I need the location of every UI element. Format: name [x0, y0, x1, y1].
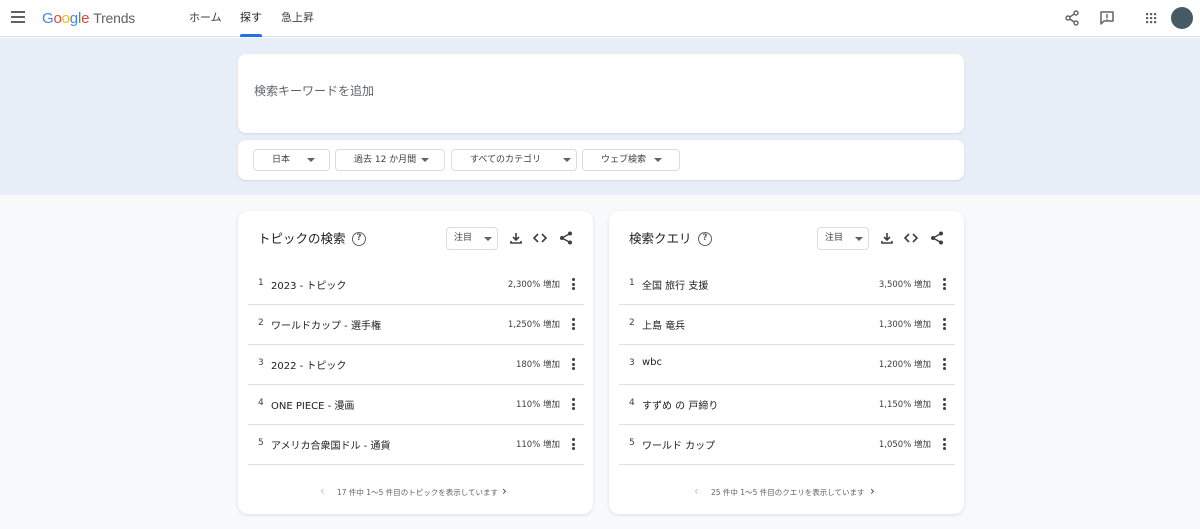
more-vert-icon[interactable] [568, 358, 578, 372]
search-input[interactable] [254, 84, 854, 98]
rise-value: 110% 増加 [515, 400, 560, 410]
embed-icon[interactable] [532, 230, 548, 246]
download-icon[interactable] [508, 230, 524, 246]
next-page-icon[interactable]: › [502, 485, 507, 497]
dropdown-caret-icon [421, 158, 429, 162]
share-icon[interactable] [929, 230, 945, 246]
more-vert-icon[interactable] [939, 438, 949, 452]
top-app-bar: Google Trends ホーム 探す 急上昇 [0, 0, 1200, 37]
share-icon[interactable] [1063, 9, 1081, 27]
share-icon[interactable] [558, 230, 574, 246]
tab-home[interactable]: ホーム [189, 11, 222, 25]
rise-value: 110% 増加 [515, 440, 560, 450]
card-title: 検索クエリ [629, 231, 692, 246]
google-trends-logo[interactable]: Google Trends [42, 9, 135, 27]
topic-name: ワールドカップ - 選手権 [271, 321, 381, 332]
download-icon[interactable] [879, 230, 895, 246]
topic-name: アメリカ合衆国ドル - 通貨 [271, 441, 391, 452]
feedback-icon[interactable] [1098, 9, 1116, 27]
more-vert-icon[interactable] [939, 318, 949, 332]
sort-dropdown[interactable]: 注目 [446, 227, 498, 250]
list-item[interactable]: 4 すずめ の 戸締り 1,150% 増加 [619, 385, 955, 425]
query-name: 全国 旅行 支援 [642, 281, 709, 292]
more-vert-icon[interactable] [568, 438, 578, 452]
category-filter[interactable]: すべてのカテゴリ [451, 149, 577, 171]
query-name: ワールド カップ [642, 441, 716, 452]
query-name: すずめ の 戸締り [642, 401, 719, 412]
dropdown-caret-icon [563, 158, 571, 162]
more-vert-icon[interactable] [939, 278, 949, 292]
more-vert-icon[interactable] [939, 398, 949, 412]
list-item[interactable]: 3 2022 - トピック 180% 増加 [248, 345, 584, 385]
sort-dropdown[interactable]: 注目 [817, 227, 869, 250]
list-item[interactable]: 3 wbc 1,200% 増加 [619, 345, 955, 385]
list-item[interactable]: 1 2023 - トピック 2,300% 増加 [248, 265, 584, 305]
list-item[interactable]: 5 ワールド カップ 1,050% 増加 [619, 425, 955, 465]
more-vert-icon[interactable] [568, 318, 578, 332]
prev-page-icon[interactable]: ‹ [320, 485, 325, 497]
help-icon[interactable]: ? [698, 232, 712, 246]
dropdown-caret-icon [307, 158, 315, 162]
list-item[interactable]: 2 ワールドカップ - 選手権 1,250% 増加 [248, 305, 584, 345]
time-range-filter[interactable]: 過去 12 か月間 [335, 149, 445, 171]
related-topics-card: トピックの検索 ? 注目 1 2023 - トピック 2,300% 増加 2 ワ… [238, 211, 593, 514]
embed-icon[interactable] [903, 230, 919, 246]
tab-explore[interactable]: 探す [240, 11, 262, 25]
rise-value: 1,150% 増加 [878, 400, 931, 410]
search-card [238, 54, 964, 133]
help-icon[interactable]: ? [352, 232, 366, 246]
region-filter[interactable]: 日本 [253, 149, 330, 171]
rise-value: 180% 増加 [515, 360, 560, 370]
rise-value: 1,250% 増加 [507, 320, 560, 330]
rise-value: 1,300% 増加 [878, 320, 931, 330]
rise-value: 2,300% 増加 [507, 280, 560, 290]
more-vert-icon[interactable] [568, 278, 578, 292]
filter-bar: 日本 過去 12 か月間 すべてのカテゴリ ウェブ検索 [238, 140, 964, 180]
pagination-info: 25 件中 1～5 件目のクエリを表示しています [711, 488, 865, 497]
search-type-filter[interactable]: ウェブ検索 [582, 149, 680, 171]
list-item[interactable]: 2 上島 竜兵 1,300% 増加 [619, 305, 955, 345]
topic-name: 2023 - トピック [271, 281, 347, 292]
tab-trending[interactable]: 急上昇 [281, 11, 314, 25]
rise-value: 1,050% 増加 [878, 440, 931, 450]
list-item[interactable]: 4 ONE PIECE - 漫画 110% 増加 [248, 385, 584, 425]
topic-name: ONE PIECE - 漫画 [271, 401, 355, 412]
dropdown-caret-icon [855, 237, 863, 241]
list-item[interactable]: 5 アメリカ合衆国ドル - 通貨 110% 増加 [248, 425, 584, 465]
rise-value: 1,200% 増加 [878, 360, 931, 370]
dropdown-caret-icon [654, 158, 662, 162]
rise-value: 3,500% 増加 [878, 280, 931, 290]
active-tab-indicator [240, 34, 262, 37]
apps-grid-icon[interactable] [1142, 9, 1160, 27]
list-item[interactable]: 1 全国 旅行 支援 3,500% 増加 [619, 265, 955, 305]
related-queries-card: 検索クエリ ? 注目 1 全国 旅行 支援 3,500% 増加 2 上島 竜兵 … [609, 211, 964, 514]
query-name: wbc [642, 357, 663, 368]
query-name: 上島 竜兵 [642, 321, 686, 332]
prev-page-icon[interactable]: ‹ [694, 485, 699, 497]
account-avatar[interactable] [1171, 7, 1193, 29]
topic-name: 2022 - トピック [271, 361, 347, 372]
next-page-icon[interactable]: › [870, 485, 875, 497]
menu-icon[interactable] [11, 11, 25, 23]
dropdown-caret-icon [484, 237, 492, 241]
more-vert-icon[interactable] [939, 358, 949, 372]
card-title: トピックの検索 [258, 231, 346, 246]
more-vert-icon[interactable] [568, 398, 578, 412]
pagination-info: 17 件中 1～5 件目のトピックを表示しています [337, 488, 499, 497]
